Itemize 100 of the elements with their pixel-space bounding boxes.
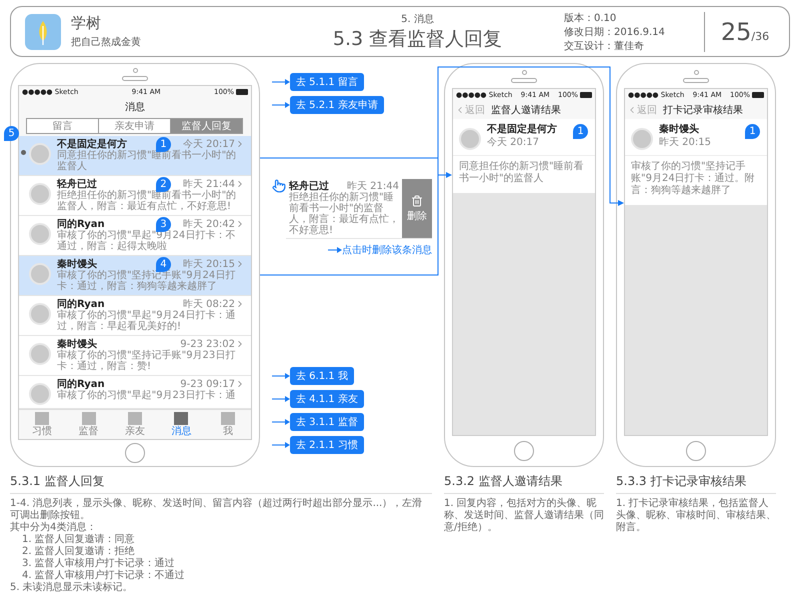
leader-line xyxy=(272,419,290,425)
segment-tab[interactable]: 亲友申请 xyxy=(98,118,171,134)
message-time: 今天 20:17 xyxy=(183,138,235,150)
description-text: 1. 回复内容，包括对方的头像、昵称、发送时间、监督人邀请结果（同意/拒绝）。 xyxy=(444,498,604,534)
sender-name: 轻舟已过 xyxy=(57,178,97,190)
camera-icon xyxy=(694,70,698,74)
sender-name: 秦时馒头 xyxy=(659,124,700,135)
avatar-icon xyxy=(631,128,653,150)
sender-name: 不是固定是何方 xyxy=(487,124,557,135)
segment-tab[interactable]: 监督人回复 xyxy=(170,118,243,134)
message-preview: 审核了你的习惯"坚持记手账"9月23日打卡：通过，附言：赞! xyxy=(57,350,236,372)
message-time: 昨天 21:44 xyxy=(347,181,399,192)
message-time: 昨天 21:44 xyxy=(183,178,235,190)
description-text: 5. 未读消息显示未读标记。 xyxy=(10,582,134,594)
message-time: 昨天 08:22 xyxy=(183,298,235,310)
speaker-icon xyxy=(511,78,537,82)
description-text: 2. 监督人回复邀请：拒绝 xyxy=(21,546,136,558)
page-number: 25 xyxy=(720,18,752,46)
back-button[interactable]: 返回 xyxy=(455,103,485,117)
note-label: 点击时删除该条消息 xyxy=(342,244,432,257)
delete-button[interactable]: 删除 xyxy=(402,179,432,238)
home-button[interactable] xyxy=(686,441,706,461)
step-marker: 5 xyxy=(4,126,19,141)
sender-name: 轻舟已过 xyxy=(289,181,329,192)
nav-title: 消息 xyxy=(125,100,145,114)
avatar-icon xyxy=(29,302,51,325)
avatar-icon xyxy=(29,142,51,165)
version-label: 版本：0.10 xyxy=(564,12,618,24)
leader-line xyxy=(272,79,290,85)
back-button[interactable]: 返回 xyxy=(627,103,657,117)
leader-line xyxy=(272,373,290,379)
link-callout[interactable]: 去 6.1.1 我 xyxy=(290,367,354,385)
description-text: 1. 打卡记录审核结果，包括监督人头像、昵称、审核时间、审核结果、附言。 xyxy=(616,498,776,534)
nav-title: 打卡记录审核结果 xyxy=(663,104,743,117)
step-marker: 1 xyxy=(745,124,760,139)
segment-tab[interactable]: 留言 xyxy=(26,118,99,134)
sender-name: 同的Ryan xyxy=(57,218,105,230)
tab-bar-item[interactable]: 消息 xyxy=(158,410,205,439)
description-text: 3. 监督人审核用户打卡记录：通过 xyxy=(21,558,176,570)
step-marker: 3 xyxy=(156,216,171,232)
home-button[interactable] xyxy=(125,442,145,463)
tab-bar-item[interactable]: 监督 xyxy=(65,410,112,439)
message-preview: 审核了你的习惯"早起"9月24日打卡：通过，附言：早起看见美好的! xyxy=(57,310,236,332)
nav-title: 监督人邀请结果 xyxy=(491,104,561,117)
description-text: 4. 监督人审核用户打卡记录：不通过 xyxy=(21,570,186,582)
avatar-icon xyxy=(29,182,51,205)
tab-bar-item[interactable]: 习惯 xyxy=(19,410,66,439)
message-preview: 拒绝担任你的新习惯"睡前看书一小时"的监督人，附言：最近有点忙，不好意思! xyxy=(289,192,399,236)
message-time: 昨天 20:15 xyxy=(183,258,235,270)
message-content: 审核了你的习惯"坚持记手账"9月24日打卡：通过。附言：狗狗等越来越胖了 xyxy=(630,160,756,198)
pointer-icon xyxy=(272,179,286,193)
section-label: 5. 消息 xyxy=(401,12,434,26)
link-callout[interactable]: 去 5.1.1 留言 xyxy=(290,73,364,91)
avatar-icon xyxy=(29,382,51,405)
section-heading: 5.3.2 监督人邀请结果 xyxy=(444,473,604,494)
message-row[interactable]: 同的Ryan 昨天 08:22 审核了你的习惯"早起"9月24日打卡：通过，附言：早起看见美好的! xyxy=(19,296,251,336)
avatar-icon xyxy=(459,128,481,150)
message-time: 昨天 20:15 xyxy=(659,137,711,148)
avatar-icon xyxy=(29,262,51,285)
link-callout[interactable]: 去 5.2.1 亲友申请 xyxy=(290,96,384,114)
step-marker: 1 xyxy=(573,124,588,139)
sender-name: 同的Ryan xyxy=(57,378,105,390)
tab-bar-item[interactable]: 亲友 xyxy=(112,410,158,439)
home-button[interactable] xyxy=(514,441,534,461)
trash-icon xyxy=(411,194,423,206)
sender-name: 秦时馒头 xyxy=(57,338,97,350)
battery-icon xyxy=(752,92,764,98)
link-callout[interactable]: 去 4.1.1 亲友 xyxy=(290,390,364,408)
camera-icon xyxy=(132,68,138,73)
camera-icon xyxy=(522,70,526,74)
message-time: 9-23 23:02 xyxy=(180,338,235,350)
message-row[interactable]: 秦时馒头 9-23 23:02 审核了你的习惯"坚持记手账"9月23日打卡：通过，附言：赞! xyxy=(19,336,251,376)
battery-icon xyxy=(236,88,248,95)
leader-line xyxy=(272,102,290,108)
battery-icon xyxy=(580,92,592,98)
description-text: 1-4. 消息列表，显示头像、昵称、发送时间、留言内容（超过两行时超出部分显示...），左滑可调出删除按钮。 xyxy=(10,498,424,522)
avatar-icon xyxy=(29,222,51,245)
section-heading: 5.3.1 监督人回复 xyxy=(10,473,432,494)
message-preview: 审核了你的习惯"早起"9月23日打卡：通 xyxy=(57,390,236,401)
avatar-icon xyxy=(29,342,51,365)
message-time: 今天 20:17 xyxy=(487,137,540,148)
sender-name: 同的Ryan xyxy=(57,298,105,310)
message-time: 9-23 09:17 xyxy=(180,378,235,390)
speaker-icon xyxy=(683,78,709,82)
leader-line xyxy=(272,442,290,448)
logo-icon xyxy=(25,14,61,50)
message-row[interactable]: 同的Ryan 9-23 09:17 审核了你的习惯"早起"9月23日打卡：通 xyxy=(19,376,251,409)
link-callout[interactable]: 去 3.1.1 监督 xyxy=(290,413,364,431)
page-title: 5.3 查看监督人回复 xyxy=(332,26,502,52)
date-label: 修改日期：2016.9.14 xyxy=(564,26,666,38)
message-content: 同意担任你的新习惯"睡前看书一小时"的监督人 xyxy=(458,160,585,186)
step-marker: 4 xyxy=(156,256,171,272)
section-heading: 5.3.3 打卡记录审核结果 xyxy=(616,473,776,494)
app-name: 学树 xyxy=(71,14,102,33)
message-time: 昨天 20:42 xyxy=(183,218,235,230)
page-total: /36 xyxy=(751,30,770,42)
leader-line xyxy=(328,247,342,253)
link-callout[interactable]: 去 2.1.1 习惯 xyxy=(290,436,364,454)
tab-bar-item[interactable]: 我 xyxy=(204,410,252,439)
sender-name: 秦时馒头 xyxy=(57,258,97,270)
